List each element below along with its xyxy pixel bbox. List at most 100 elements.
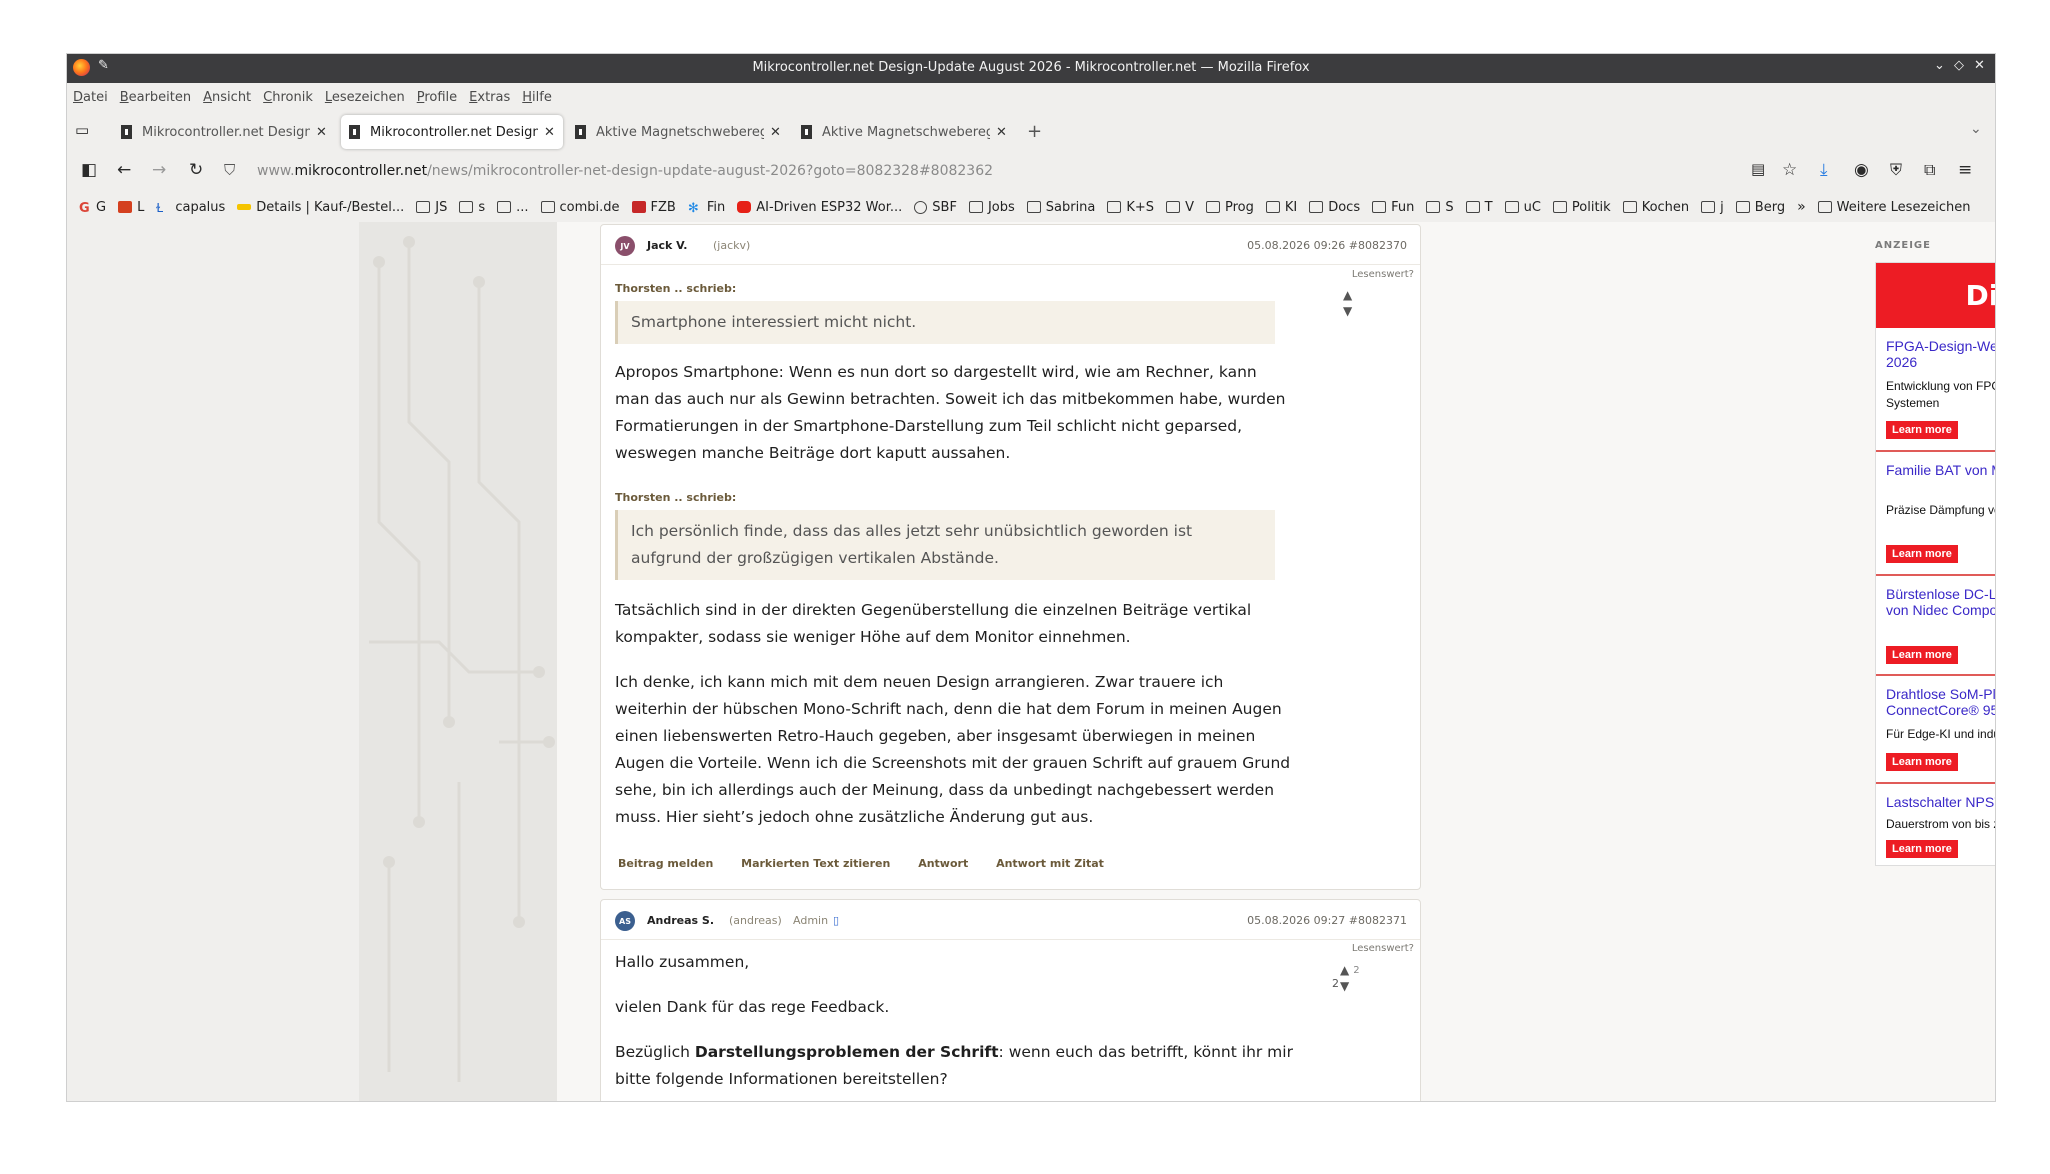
bookmark-item[interactable]: ✻ Fin (688, 200, 725, 217)
forward-icon[interactable]: → (152, 160, 166, 180)
ad-title[interactable]: Lastschalter NPS7601 (1886, 794, 1995, 810)
ad-title[interactable]: FPGA-Design-Wettbewerb 2026 (1886, 338, 1995, 370)
menu-chronik[interactable]: Chronik (263, 90, 313, 105)
menu-datei[interactable]: Datei (73, 90, 108, 105)
learn-more-button[interactable]: Learn more (1886, 840, 1958, 858)
bookmark-folder[interactable]: Jobs (968, 200, 1015, 215)
avatar[interactable]: JV (615, 236, 635, 256)
back-icon[interactable]: ← (117, 160, 131, 180)
bookmark-folder[interactable]: Prog (1205, 200, 1254, 215)
new-tab-icon[interactable]: + (1027, 121, 1042, 142)
close-window-icon[interactable]: ✕ (1974, 58, 1985, 73)
post-author[interactable]: Andreas S. (647, 914, 714, 927)
ad-title[interactable]: Bürstenlose DC-Lüfter (BLDC) von Nidec C… (1886, 586, 1995, 618)
report-post-link[interactable]: Beitrag melden (618, 857, 713, 870)
bookmark-folder[interactable]: Politik (1552, 200, 1611, 215)
bookmark-item[interactable]: Details | Kauf-/Bestel... (237, 200, 404, 215)
close-tab-icon[interactable]: ✕ (996, 125, 1007, 140)
bookmark-folder[interactable]: T (1465, 200, 1493, 215)
bookmark-item[interactable]: L (118, 200, 144, 215)
bookmark-folder[interactable]: j (1701, 200, 1724, 215)
close-tab-icon[interactable]: ✕ (544, 125, 555, 140)
ad-title[interactable]: Familie BAT von Mini-Circuits (1886, 462, 1995, 478)
app-menu-icon[interactable]: ≡ (1958, 160, 1972, 180)
sidebar-icon[interactable]: ◧ (81, 160, 97, 180)
tab-4[interactable]: Aktive Magnetschwebereg ✕ (793, 115, 1015, 149)
ad-box[interactable]: DigiKey ▷ ⋮ FPGA-Design-Wettbewerb 2026 … (1875, 262, 1995, 866)
close-tab-icon[interactable]: ✕ (770, 125, 781, 140)
tab-2-active[interactable]: Mikrocontroller.net Design ✕ (341, 115, 563, 149)
post-meta[interactable]: 05.08.2026 09:26 #8082370 (1247, 239, 1407, 252)
menu-bearbeiten[interactable]: Bearbeiten (120, 90, 191, 105)
post-meta[interactable]: 05.08.2026 09:27 #8082371 (1247, 914, 1407, 927)
ad-item[interactable]: FPGA-Design-Wettbewerb 2026 Entwicklung … (1876, 330, 1995, 452)
reload-icon[interactable]: ↻ (189, 160, 203, 180)
learn-more-button[interactable]: Learn more (1886, 421, 1958, 439)
learn-more-button[interactable]: Learn more (1886, 753, 1958, 771)
bookmark-folder[interactable]: Sabrina (1026, 200, 1095, 215)
tab-3[interactable]: Aktive Magnetschwebereg ✕ (567, 115, 789, 149)
ad-item[interactable]: Drahtlose SoM-Plattform ConnectCore® 95 … (1876, 678, 1995, 784)
ad-item[interactable]: Bürstenlose DC-Lüfter (BLDC) von Nidec C… (1876, 578, 1995, 676)
forum-post: JV Jack V. (jackv) 05.08.2026 09:26 #808… (600, 224, 1421, 890)
ad-label: ANZEIGE (1875, 240, 1931, 251)
bookmarks-overflow-icon[interactable]: » (1797, 199, 1806, 215)
bookmark-item[interactable]: AI-Driven ESP32 Wor... (737, 200, 902, 215)
downvote-icon[interactable]: ▼ (1340, 978, 1349, 994)
upvote-icon[interactable]: ▲ (1343, 287, 1352, 303)
folder-icon (1735, 201, 1750, 213)
downvote-icon[interactable]: ▼ (1343, 303, 1352, 319)
post-author[interactable]: Jack V. (647, 239, 687, 252)
list-all-tabs-icon[interactable]: ⌄ (1970, 121, 1982, 137)
account-icon[interactable]: ◉ (1854, 160, 1869, 180)
bookmark-folder[interactable]: s (459, 200, 485, 215)
bookmark-folder[interactable]: combi.de (540, 200, 620, 215)
tab-overview-icon[interactable]: ▭ (75, 121, 89, 139)
menu-profile[interactable]: Profile (417, 90, 457, 105)
minimize-icon[interactable]: ⌄ (1934, 58, 1945, 73)
bookmark-item[interactable]: Ɫcapalus (156, 200, 225, 216)
bookmark-folder[interactable]: S (1426, 200, 1454, 215)
learn-more-button[interactable]: Learn more (1886, 646, 1958, 664)
close-tab-icon[interactable]: ✕ (316, 125, 327, 140)
bookmark-folder[interactable]: ... (497, 200, 529, 215)
menu-ansicht[interactable]: Ansicht (203, 90, 251, 105)
bookmark-folder[interactable]: Docs (1309, 200, 1360, 215)
menu-hilfe[interactable]: Hilfe (522, 90, 552, 105)
other-bookmarks[interactable]: Weitere Lesezeichen (1817, 200, 1971, 215)
reply-with-quote-link[interactable]: Antwort mit Zitat (996, 857, 1104, 870)
url-text[interactable]: www.mikrocontroller.net/news/mikrocontro… (257, 163, 993, 179)
bookmark-star-icon[interactable]: ☆ (1782, 160, 1797, 180)
shield-extension-icon[interactable]: ⛨ (1890, 160, 1902, 180)
quote-selected-link[interactable]: Markierten Text zitieren (741, 857, 890, 870)
bookmark-folder[interactable]: JS (416, 200, 447, 215)
bookmark-folder[interactable]: uC (1504, 200, 1541, 215)
site-info-icon[interactable]: ⛉ (224, 161, 235, 179)
post-actions: Beitrag melden Markierten Text zitieren … (618, 857, 1128, 870)
bookmark-folder[interactable]: V (1166, 200, 1194, 215)
bookmark-folder[interactable]: K+S (1107, 200, 1154, 215)
extensions-icon[interactable]: ⧉ (1924, 160, 1935, 180)
bookmark-folder[interactable]: Berg (1735, 200, 1785, 215)
bookmark-item[interactable]: FZB (631, 200, 676, 215)
menu-extras[interactable]: Extras (469, 90, 510, 105)
bookmark-folder[interactable]: Kochen (1622, 200, 1689, 215)
upvote-icon[interactable]: ▲ (1340, 962, 1349, 978)
bookmark-folder[interactable]: Fun (1372, 200, 1414, 215)
downloads-icon[interactable]: ⤓ (1820, 160, 1828, 180)
maximize-icon[interactable]: ◇ (1954, 58, 1964, 73)
avatar[interactable]: AS (615, 911, 635, 931)
bookmark-item[interactable]: GG (79, 200, 106, 217)
digikey-logo[interactable]: DigiKey ▷ ⋮ (1876, 263, 1995, 328)
menu-lesezeichen[interactable]: Lesezeichen (325, 90, 405, 105)
learn-more-button[interactable]: Learn more (1886, 545, 1958, 563)
bookmark-item[interactable]: SBF (914, 200, 957, 215)
ad-item[interactable]: Familie BAT von Mini-Circuits Präzise Dä… (1876, 454, 1995, 576)
bookmark-folder[interactable]: KI (1265, 200, 1297, 215)
reader-view-icon[interactable]: ▤ (1751, 160, 1765, 178)
reply-link[interactable]: Antwort (918, 857, 968, 870)
ad-title[interactable]: Drahtlose SoM-Plattform ConnectCore® 95 (1886, 686, 1995, 718)
ad-item[interactable]: Lastschalter NPS7601 Dauerstrom von bis … (1876, 786, 1995, 866)
tab-1[interactable]: Mikrocontroller.net Design ✕ (113, 115, 335, 149)
url-bar[interactable]: ⛉ www.mikrocontroller.net/news/mikrocont… (222, 157, 1822, 187)
